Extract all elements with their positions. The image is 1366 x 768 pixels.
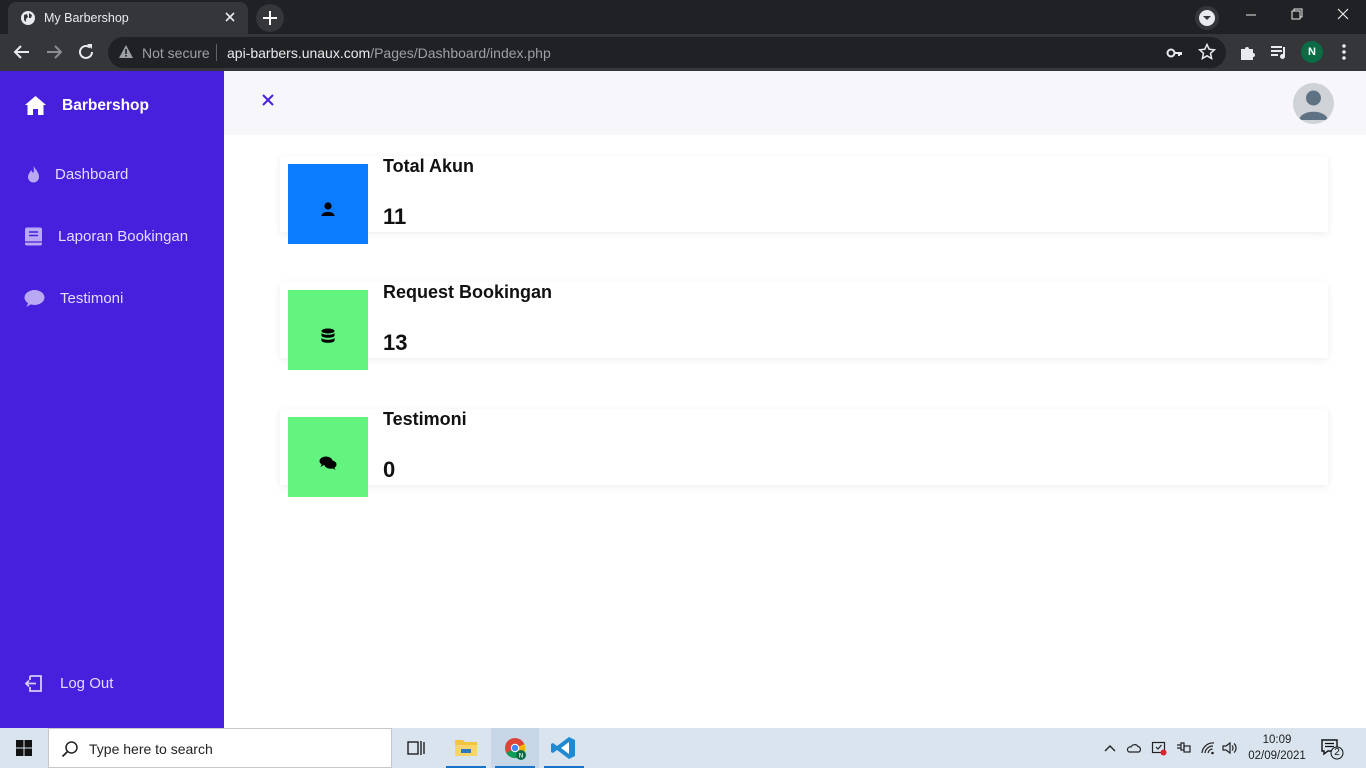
start-button[interactable]	[0, 728, 48, 768]
svg-text:N: N	[519, 752, 524, 760]
volume-icon[interactable]	[1221, 740, 1237, 756]
address-bar[interactable]: Not secure api-barbers.unaux.com/Pages/D…	[108, 37, 1226, 68]
wifi-icon[interactable]	[1200, 740, 1216, 756]
card-value: 13	[383, 330, 408, 355]
windows-icon	[16, 740, 32, 756]
onedrive-icon[interactable]	[1126, 740, 1142, 756]
task-view-button[interactable]	[392, 728, 440, 768]
taskbar: Type here to search N 10:09 02/09/2021 2	[0, 728, 1366, 768]
system-clock[interactable]: 10:09 02/09/2021	[1240, 732, 1314, 764]
chevron-up-icon[interactable]	[1102, 740, 1118, 756]
chrome-icon: N	[505, 738, 526, 760]
user-avatar-icon	[1293, 83, 1334, 124]
notification-count: 2	[1334, 747, 1340, 758]
sidebar-item-laporan-bookingan[interactable]: Laporan Bookingan	[0, 217, 224, 257]
vscode-button[interactable]	[540, 728, 588, 768]
card-title: Testimoni	[383, 409, 467, 429]
omnibox-divider	[216, 44, 217, 61]
warning-icon	[119, 45, 133, 58]
file-explorer-button[interactable]	[442, 728, 490, 768]
reload-icon[interactable]	[74, 40, 98, 64]
sidebar-item-label: Dashboard	[55, 166, 129, 183]
brand-name: Barbershop	[62, 97, 149, 114]
close-tab-icon[interactable]	[222, 9, 238, 25]
user-avatar[interactable]	[1293, 83, 1334, 124]
chrome-button[interactable]: N	[491, 728, 539, 768]
top-bar	[224, 71, 1366, 135]
search-placeholder: Type here to search	[89, 741, 213, 757]
notification-center-button[interactable]: 2	[1320, 738, 1344, 760]
plus-icon	[263, 11, 277, 25]
sidebar-item-testimoni[interactable]: Testimoni	[0, 279, 224, 319]
user-icon	[321, 202, 335, 216]
close-window-button[interactable]	[1320, 0, 1366, 30]
url-path: /Pages/Dashboard/index.php	[370, 45, 551, 61]
power-plug-icon[interactable]	[1175, 740, 1191, 756]
card-icon-box	[288, 417, 368, 497]
browser-toolbar: Not secure api-barbers.unaux.com/Pages/D…	[0, 34, 1366, 71]
vscode-icon	[551, 737, 575, 759]
tab-title: My Barbershop	[44, 11, 129, 25]
home-icon	[25, 96, 46, 115]
extensions-icon[interactable]	[1238, 42, 1258, 62]
sidebar-item-label: Testimoni	[60, 290, 124, 307]
bookmark-star-icon[interactable]	[1198, 43, 1216, 61]
restore-icon	[1291, 8, 1303, 20]
stat-card-testimoni: Testimoni 0	[280, 409, 1328, 497]
browser-tab-strip: My Barbershop	[0, 0, 1366, 34]
sidebar: Barbershop Dashboard Laporan Bookingan T…	[0, 71, 224, 728]
forward-icon[interactable]	[42, 40, 66, 64]
sidebar-item-label: Laporan Bookingan	[58, 228, 189, 245]
folder-icon	[455, 740, 477, 756]
taskbar-search[interactable]: Type here to search	[48, 728, 392, 768]
chevron-down-icon	[1199, 10, 1215, 26]
browser-tab[interactable]: My Barbershop	[8, 2, 248, 34]
more-menu-icon[interactable]	[1334, 42, 1354, 62]
back-icon[interactable]	[10, 40, 34, 64]
clock-time: 10:09	[1262, 734, 1292, 746]
fire-icon	[28, 166, 39, 183]
comments-icon	[319, 456, 337, 470]
comment-icon	[24, 290, 45, 307]
url-host: api-barbers.unaux.com	[227, 45, 371, 61]
search-icon	[61, 741, 78, 758]
url-text: api-barbers.unaux.com/Pages/Dashboard/in…	[227, 45, 551, 61]
card-icon-box	[288, 164, 368, 244]
database-icon	[321, 328, 335, 343]
stat-card-total-akun: Total Akun 11	[280, 156, 1328, 244]
card-value: 0	[383, 457, 396, 482]
logout-icon	[24, 675, 42, 692]
globe-icon	[21, 11, 35, 25]
media-control-icon[interactable]	[1269, 42, 1289, 62]
book-icon	[25, 227, 42, 246]
task-view-icon	[407, 741, 425, 755]
card-title: Total Akun	[383, 156, 474, 176]
key-icon[interactable]	[1166, 44, 1184, 62]
minimize-icon	[1246, 14, 1256, 16]
logout-button[interactable]: Log Out	[0, 664, 224, 704]
close-sidebar-icon[interactable]	[260, 92, 276, 108]
card-value: 11	[383, 204, 407, 229]
stat-card-request-bookingan: Request Bookingan 13	[280, 282, 1328, 370]
security-center-icon[interactable]	[1151, 740, 1167, 756]
card-icon-box	[288, 290, 368, 370]
minimize-button[interactable]	[1228, 0, 1274, 30]
tab-search-button[interactable]	[1195, 6, 1219, 30]
close-icon	[1337, 8, 1349, 20]
profile-avatar[interactable]: N	[1301, 41, 1323, 63]
logout-label: Log Out	[60, 675, 114, 692]
security-label: Not secure	[142, 45, 210, 61]
restore-button[interactable]	[1274, 0, 1320, 30]
new-tab-button[interactable]	[256, 4, 284, 32]
card-title: Request Bookingan	[383, 282, 553, 302]
sidebar-item-dashboard[interactable]: Dashboard	[0, 155, 224, 195]
clock-date: 02/09/2021	[1248, 750, 1306, 762]
